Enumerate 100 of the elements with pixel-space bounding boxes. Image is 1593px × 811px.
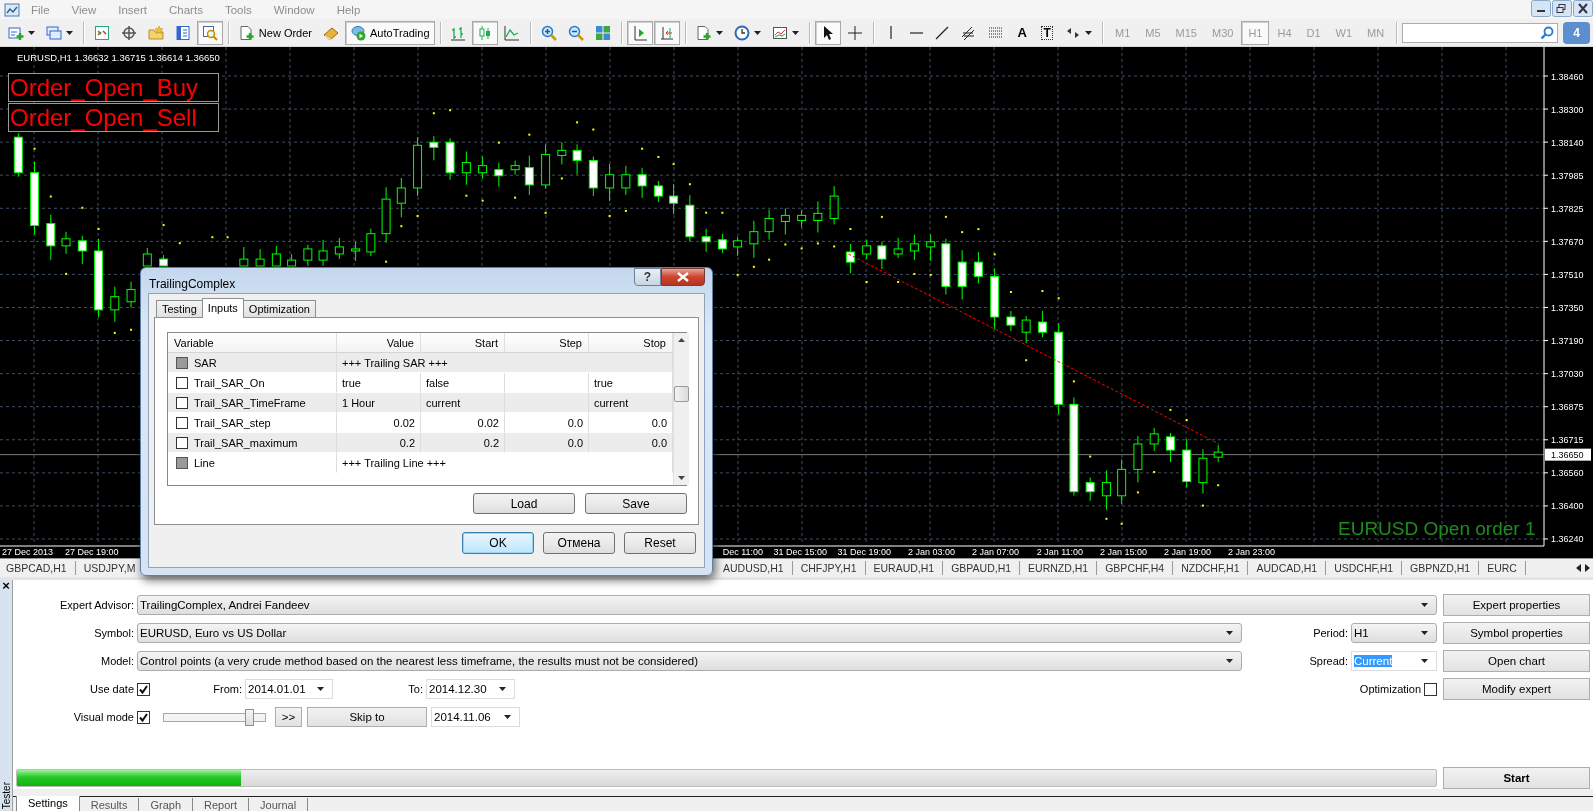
price-label: 1.36875 xyxy=(1551,402,1584,413)
field-label: From: xyxy=(212,683,243,695)
column-header[interactable]: Value xyxy=(337,333,421,353)
price-label: 1.38460 xyxy=(1551,71,1584,82)
time-label: 27 Dec 2013 xyxy=(2,547,54,557)
expert-properties-button[interactable]: Expert properties xyxy=(1443,594,1590,616)
reset-button[interactable]: Reset xyxy=(624,532,696,554)
table-cell: Trail_SAR_maximum xyxy=(168,433,337,453)
dialog-tab[interactable]: Testing xyxy=(156,300,203,317)
dropdown[interactable]: H1 xyxy=(1351,623,1437,643)
price-label: 1.36715 xyxy=(1551,435,1584,446)
price-label: 1.37350 xyxy=(1551,303,1584,313)
column-header[interactable]: Stop xyxy=(589,333,673,353)
column-header[interactable]: Step xyxy=(505,333,589,353)
symbol-tab[interactable]: GBPAUD,H1 xyxy=(943,561,1021,575)
field-label: Model: xyxy=(99,655,135,667)
price-label: 1.37510 xyxy=(1551,269,1584,280)
column-header[interactable]: Variable xyxy=(168,333,337,353)
order-status-text: EURUSD Open order 1 xyxy=(1338,518,1536,539)
date-field[interactable]: 2014.12.30 xyxy=(426,679,515,699)
modify-expert-button[interactable]: Modify expert xyxy=(1443,678,1590,700)
symbol-tab[interactable]: EURC xyxy=(1479,561,1526,575)
table-cell[interactable]: 0.0 xyxy=(505,433,589,453)
order-button[interactable]: Order_Open_Sell xyxy=(8,103,219,132)
column-header[interactable]: Start xyxy=(421,333,505,353)
dropdown[interactable]: TrailingComplex, Andrei Fandeev xyxy=(137,595,1437,615)
symbol-tab[interactable]: GBPNZD,H1 xyxy=(1402,561,1480,575)
autotrading-button[interactable]: AutoTrading xyxy=(345,20,435,45)
table-cell: Trail_SAR_TimeFrame xyxy=(168,393,337,413)
time-label: 2 Jan 15:00 xyxy=(1099,547,1147,557)
dialog-tab[interactable]: Inputs xyxy=(201,298,244,318)
price-label: 1.38300 xyxy=(1551,104,1584,115)
table-cell[interactable]: 0.0 xyxy=(589,433,673,453)
price-label: 1.37190 xyxy=(1551,336,1584,347)
ok-button[interactable]: OK xyxy=(462,532,534,554)
panel-tab[interactable]: Graph xyxy=(139,798,193,811)
table-cell[interactable]: current xyxy=(421,393,505,413)
panel-tab[interactable]: Results xyxy=(79,798,140,811)
date-field[interactable]: 2014.11.06 xyxy=(431,707,520,727)
panel-tab[interactable]: Settings xyxy=(16,796,80,811)
table-cell[interactable]: 1 Hour xyxy=(337,393,421,413)
time-label: 2 Jan 07:00 xyxy=(971,547,1019,557)
field-label: Expert Advisor: xyxy=(59,599,135,611)
price-label: 1.37030 xyxy=(1551,369,1584,380)
chart-header: EURUSD,H1 1.36632 1.36715 1.36614 1.36650 xyxy=(17,52,220,63)
time-label: 31 Dec 15:00 xyxy=(773,547,827,557)
save-button[interactable]: Save xyxy=(585,493,687,514)
close-button[interactable]: × xyxy=(2,580,10,592)
panel-title: Tester xyxy=(0,781,12,809)
table-cell[interactable]: 0.2 xyxy=(421,433,505,453)
price-label: 1.36400 xyxy=(1551,501,1584,512)
dropdown[interactable]: Control points (a very crude method based on the nearest less timeframe, the results must not be considered) xyxy=(137,651,1242,671)
field-label: Optimization xyxy=(1359,683,1422,695)
text-label-tool-button[interactable]: T xyxy=(1035,20,1060,45)
new-order-button[interactable]: New Order xyxy=(233,20,318,45)
price-label: 1.36560 xyxy=(1551,468,1584,479)
skip-to-button[interactable]: Skip to xyxy=(307,707,427,727)
time-label: Dec 11:00 xyxy=(722,547,763,557)
symbol-properties-button[interactable]: Symbol properties xyxy=(1443,622,1590,644)
cancel-button[interactable]: Отмена xyxy=(543,532,615,554)
date-field[interactable]: 2014.01.01 xyxy=(245,679,333,699)
symbol-tab[interactable]: AUDUSD,H1 xyxy=(715,561,793,575)
text-tool-button[interactable]: A xyxy=(1010,20,1035,45)
open-chart-button[interactable]: Open chart xyxy=(1443,650,1590,672)
symbol-tab[interactable]: AUDCAD,H1 xyxy=(1248,561,1327,575)
symbol-tab[interactable]: CHFJPY,H1 xyxy=(792,561,866,575)
table-cell[interactable]: 0.2 xyxy=(337,433,421,453)
field-label: Spread: xyxy=(1308,655,1349,667)
panel-tab[interactable]: Report xyxy=(193,798,250,811)
symbol-tab[interactable]: GBPCHF,H4 xyxy=(1097,561,1174,575)
help-button[interactable]: ? xyxy=(634,268,661,286)
time-label: 2 Jan 03:00 xyxy=(907,547,955,557)
symbol-tab[interactable]: USDCHF,H1 xyxy=(1326,561,1403,575)
field-label: Use date xyxy=(88,683,135,695)
start-button[interactable]: Start xyxy=(1443,767,1590,789)
dropdown[interactable]: EURUSD, Euro vs US Dollar xyxy=(137,623,1242,643)
time-label: 31 Dec 19:00 xyxy=(837,547,891,557)
table-cell: Line xyxy=(168,453,337,473)
dialog-title: TrailingComplex xyxy=(149,277,236,291)
fast-forward-button[interactable]: >> xyxy=(275,707,302,727)
field-label: Symbol: xyxy=(93,627,135,639)
symbol-tab[interactable]: NZDCHF,H1 xyxy=(1173,561,1249,575)
time-label: 2 Jan 23:00 xyxy=(1227,547,1275,557)
panel-tab[interactable]: Journal xyxy=(249,798,309,811)
symbol-tab[interactable]: GBPCAD,H1 xyxy=(0,561,76,575)
price-label: 1.38140 xyxy=(1551,137,1584,148)
table-cell: +++ Trailing SAR +++ xyxy=(337,353,673,373)
load-button[interactable]: Load xyxy=(473,493,575,514)
field-label: To: xyxy=(407,683,424,695)
order-button[interactable]: Order_Open_Buy xyxy=(8,73,219,102)
symbol-tab[interactable]: EURNZD,H1 xyxy=(1020,561,1098,575)
field-label: Period: xyxy=(1312,627,1349,639)
dialog-tab[interactable]: Optimization xyxy=(242,300,316,317)
time-label: 2 Jan 19:00 xyxy=(1163,547,1211,557)
field-label: Visual mode xyxy=(72,711,135,723)
table-cell: +++ Trailing Line +++ xyxy=(337,453,673,473)
table-cell: SAR xyxy=(168,353,337,373)
table-cell[interactable]: current xyxy=(589,393,673,413)
symbol-tab[interactable]: EURAUD,H1 xyxy=(865,561,944,575)
price-label: 1.37985 xyxy=(1551,170,1584,181)
